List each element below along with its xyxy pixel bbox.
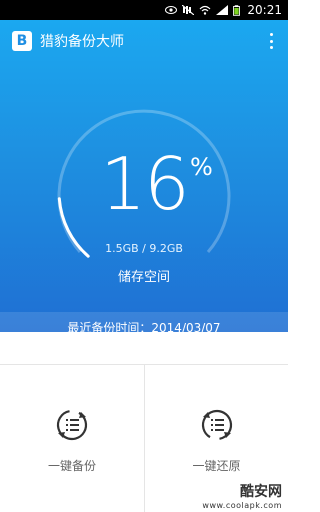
signal-icon bbox=[216, 5, 229, 15]
backup-icon bbox=[56, 409, 88, 440]
restore-label: 一键还原 bbox=[192, 458, 241, 473]
backup-button[interactable]: 一键备份 bbox=[0, 365, 144, 512]
storage-panel: B 猎豹备份大师 16 % 1.5GB / 9.2GB 储存空间 bbox=[0, 20, 288, 332]
status-bar: 20:21 bbox=[0, 0, 288, 20]
watermark-name: 酷安网 bbox=[240, 484, 282, 500]
storage-label: 储存空间 bbox=[117, 270, 170, 285]
app-title: 猎豹备份大师 bbox=[40, 34, 124, 50]
eye-icon bbox=[165, 6, 178, 14]
restore-icon bbox=[201, 409, 232, 440]
mute-icon bbox=[182, 5, 195, 15]
wifi-icon bbox=[199, 5, 211, 15]
backup-label: 一键备份 bbox=[47, 458, 96, 473]
percent-wrap: 16 bbox=[0, 148, 288, 220]
status-time: 20:21 bbox=[247, 3, 282, 17]
watermark: 酷安网 www.coolapk.com bbox=[202, 481, 282, 510]
app-logo: B bbox=[12, 31, 32, 51]
watermark-url: www.coolapk.com bbox=[202, 501, 282, 510]
battery-icon bbox=[233, 4, 241, 16]
last-backup-time: 最近备份时间：2014/03/07 bbox=[0, 312, 288, 344]
overflow-menu-icon[interactable] bbox=[270, 33, 274, 49]
storage-capacity: 1.5GB / 9.2GB bbox=[105, 242, 183, 255]
percent-sign: % bbox=[190, 153, 213, 181]
storage-percent: 16 bbox=[100, 142, 190, 226]
app-bar: B 猎豹备份大师 bbox=[0, 20, 288, 62]
